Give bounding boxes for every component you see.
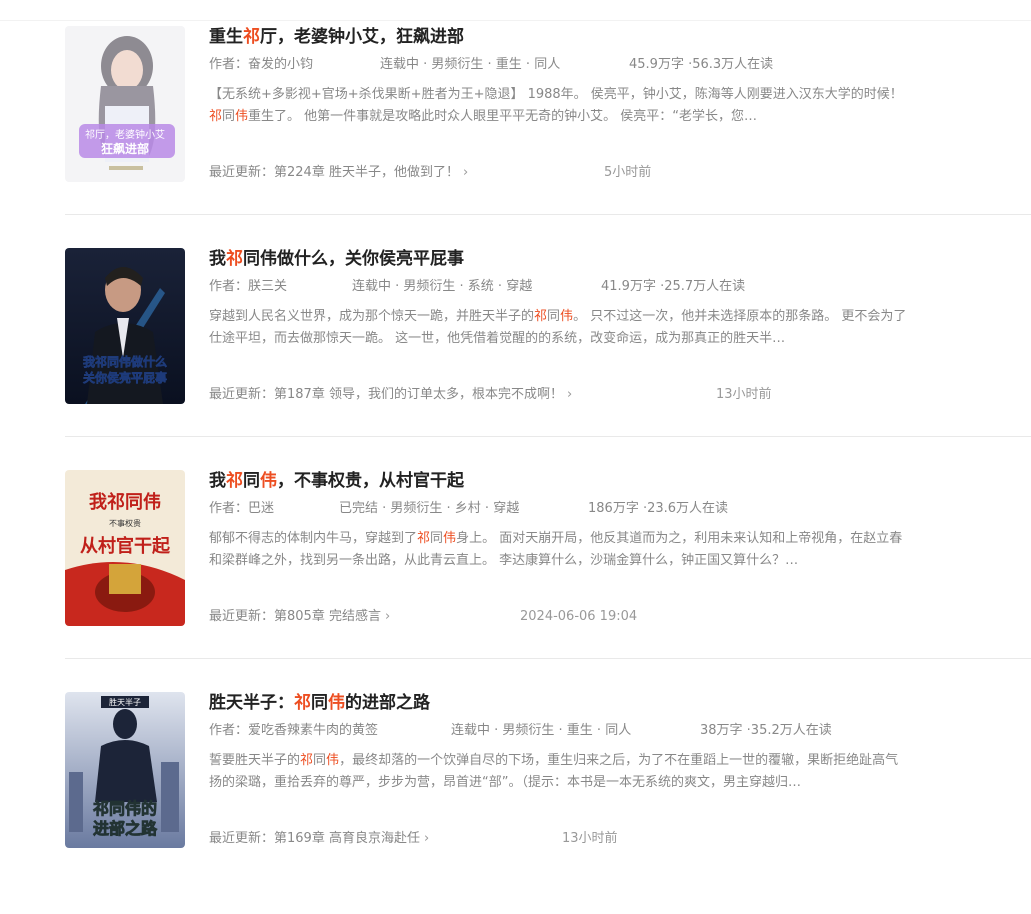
cover-title-line1: 祁厅，老婆钟小艾 [85,128,165,141]
book-title[interactable]: 胜天半子：祁同伟的进部之路 [209,692,430,714]
item-divider [65,436,1031,437]
book-cover[interactable]: 我祁同伟做什么 关你侯亮平屁事 [65,248,185,404]
latest-update-link[interactable]: 最近更新：第224章 胜天半子，他做到了！ › [209,164,468,182]
chevron-right-icon: › [566,387,573,402]
book-status: 连载中 · 男频衍生 · 系统 · 穿越 [352,279,533,294]
book-stats: 186万字 ·23.6万人在读 [588,501,729,516]
latest-update-link[interactable]: 最近更新：第169章 高育良京海赴任 › [209,830,429,848]
book-author[interactable]: 作者：朕三关 [209,278,287,296]
update-time: 13小时前 [562,831,618,846]
book-stats: 45.9万字 ·56.3万人在读 [629,57,774,72]
latest-update-link[interactable]: 最近更新：第187章 领导，我们的订单太多，根本完不成啊！ › [209,386,572,404]
book-stats: 41.9万字 ·25.7万人在读 [601,279,746,294]
cover-title-line2: 从村官干起 [80,535,171,557]
book-cover[interactable]: 我祁同伟 不事权贵 从村官干起 [65,470,185,626]
update-time: 2024-06-06 19:04 [520,609,638,624]
cover-art: 胜天半子 祁同伟的 进部之路 [65,692,185,848]
update-time: 13小时前 [716,387,772,402]
book-status: 已完结 · 男频衍生 · 乡村 · 穿越 [339,501,520,516]
chevron-right-icon: › [384,609,391,624]
cover-title-line1: 我祁同伟做什么 [83,354,167,369]
book-author[interactable]: 作者：奋发的小钧 [209,56,313,74]
latest-update-link[interactable]: 最近更新：第805章 完结感言 › [209,608,390,626]
book-author[interactable]: 作者：爱吃香辣素牛肉的黄签 [209,722,378,740]
update-time: 5小时前 [604,165,652,180]
top-divider [0,20,1031,21]
book-description: 郁郁不得志的体制内牛马，穿越到了祁同伟身上。 面对天崩开局，他反其道而为之，利用… [209,531,903,568]
book-title[interactable]: 我祁同伟做什么，关你侯亮平屁事 [209,248,464,270]
cover-title-line2: 狂飙进部 [101,141,149,156]
cover-art: 我祁同伟做什么 关你侯亮平屁事 [65,248,185,404]
cover-title-line2: 进部之路 [93,819,158,838]
book-title[interactable]: 我祁同伟，不事权贵，从村官干起 [209,470,464,492]
cover-art: 祁厅，老婆钟小艾 狂飙进部 [65,26,185,182]
book-description: 誓要胜天半子的祁同伟，最终却落的一个饮弹自尽的下场，重生归来之后，为了不在重蹈上… [209,753,899,790]
chevron-right-icon: › [423,831,430,846]
book-cover[interactable]: 祁厅，老婆钟小艾 狂飙进部 [65,26,185,182]
item-divider [65,658,1031,659]
book-title[interactable]: 重生祁厅，老婆钟小艾，狂飙进部 [209,26,464,48]
book-author[interactable]: 作者：巴迷 [209,500,274,518]
cover-art: 我祁同伟 不事权贵 从村官干起 [65,470,185,626]
item-divider [65,214,1031,215]
chevron-right-icon: › [462,165,469,180]
cover-title-line1: 祁同伟的 [93,799,157,818]
cover-tag: 胜天半子 [109,697,141,707]
book-item[interactable]: 胜天半子 祁同伟的 进部之路 胜天半子：祁同伟的进部之路 作者：爱吃香辣素牛肉的… [65,692,1031,914]
book-description: 穿越到人民名义世界，成为那个惊天一跪，并胜天半子的祁同伟。 只不过这一次，他并未… [209,309,907,346]
cover-subtitle: 不事权贵 [109,518,141,528]
book-stats: 38万字 ·35.2万人在读 [700,723,832,738]
book-status: 连载中 · 男频衍生 · 重生 · 同人 [451,723,632,738]
cover-title-line1: 我祁同伟 [89,491,161,513]
book-cover[interactable]: 胜天半子 祁同伟的 进部之路 [65,692,185,848]
book-description: 【无系统+多影视+官场+杀伐果断+胜者为王+隐退】 1988年。 侯亮平，钟小艾… [209,87,903,124]
cover-title-line2: 关你侯亮平屁事 [83,370,167,385]
book-status: 连载中 · 男频衍生 · 重生 · 同人 [380,57,561,72]
